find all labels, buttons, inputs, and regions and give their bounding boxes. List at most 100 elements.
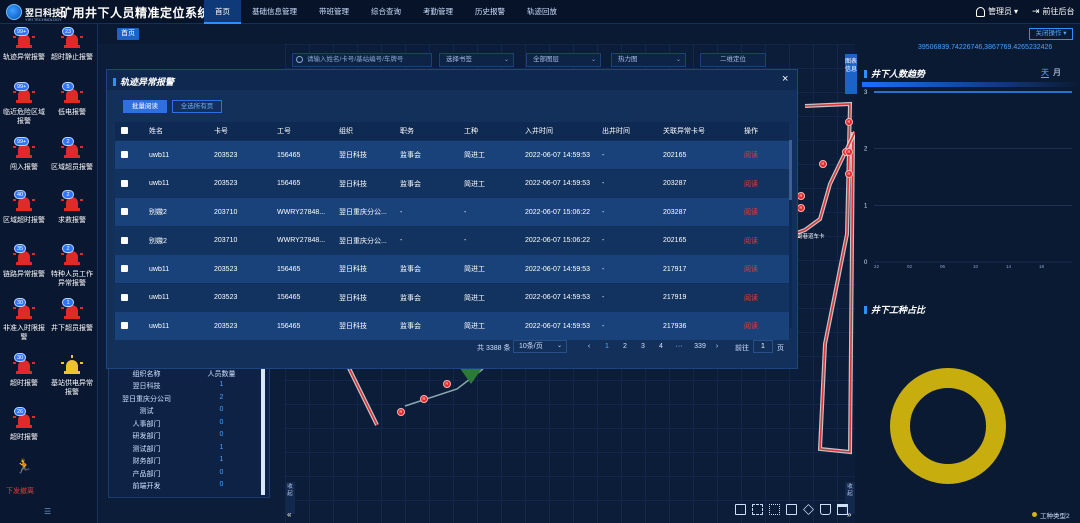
select-all-checkbox[interactable]: [121, 127, 128, 135]
table-row[interactable]: uwb11 203523 156465 翌日科技 监事会 简进工 2022-06-07 14…: [115, 255, 789, 283]
row-checkbox-cell[interactable]: [115, 236, 149, 244]
row-checkbox[interactable]: [121, 322, 128, 330]
alarm-item[interactable]: 1 井下超员报警: [48, 298, 96, 333]
alarm-item[interactable]: 99+ 临近危险区域报警: [0, 82, 48, 126]
select-all-pages-button[interactable]: 全选所有页: [172, 100, 222, 113]
donut-slice[interactable]: [890, 368, 1006, 484]
locate-icon[interactable]: [735, 504, 746, 515]
row-checkbox[interactable]: [121, 208, 128, 216]
batch-read-button[interactable]: 批量阅读: [123, 100, 167, 113]
ruler-icon[interactable]: [803, 504, 814, 515]
nav-attendance[interactable]: 考勤管理: [412, 0, 464, 24]
next-page-icon[interactable]: ›: [711, 343, 723, 350]
row-checkbox[interactable]: [121, 236, 128, 244]
nav-shift-management[interactable]: 带班管理: [308, 0, 360, 24]
table-row[interactable]: 别嫐2 203710 WWRY27848... 翌日重庆分公... - - 2022-06-…: [115, 226, 789, 255]
heatmap-select[interactable]: 热力图 ⌄: [611, 53, 686, 67]
map-pin[interactable]: R: [845, 118, 853, 126]
alarm-item[interactable]: 基站供电异常报警: [48, 355, 96, 397]
goto-backend-link[interactable]: ⇥ 前往后台: [1032, 6, 1075, 17]
prev-page-icon[interactable]: ‹: [583, 343, 595, 350]
org-row[interactable]: 产品部门 0: [109, 469, 259, 479]
alarm-item[interactable]: 40 区域超时报警: [0, 190, 48, 225]
layer-select[interactable]: 全部图层 ⌄: [526, 53, 601, 67]
alarm-item[interactable]: 99+ 闯入报警: [0, 137, 48, 172]
page-2[interactable]: 2: [619, 343, 631, 350]
org-row[interactable]: 财务部门 1: [109, 456, 259, 466]
close-actions-button[interactable]: 关闭操作 ▾: [1029, 28, 1073, 40]
map-pin[interactable]: R: [443, 380, 451, 388]
map-pin[interactable]: R: [797, 192, 805, 200]
read-action-link[interactable]: 阅读: [744, 179, 789, 189]
org-row[interactable]: 翌日重庆分公司 2: [109, 394, 259, 404]
map-pin[interactable]: R: [397, 408, 405, 416]
read-action-link[interactable]: 阅读: [744, 236, 789, 246]
org-row[interactable]: 前端开发 0: [109, 481, 259, 491]
close-icon[interactable]: ×: [782, 73, 788, 85]
read-action-link[interactable]: 阅读: [744, 150, 789, 160]
page-ellipsis[interactable]: ···: [673, 343, 685, 350]
read-action-link[interactable]: 阅读: [744, 293, 789, 303]
org-scrollbar[interactable]: [261, 369, 265, 495]
alarm-item[interactable]: 30 非准入时限报警: [0, 298, 48, 342]
org-row[interactable]: 研发部门 0: [109, 431, 259, 441]
nav-query[interactable]: 综合查询: [360, 0, 412, 24]
table-row[interactable]: uwb11 203523 156465 翌日科技 监事会 简进工 2022-06-07 14…: [115, 169, 789, 198]
alarm-item[interactable]: 2 区域超员报警: [48, 137, 96, 172]
alarm-item[interactable]: 2 求救报警: [48, 190, 96, 225]
row-checkbox-cell[interactable]: [115, 151, 149, 159]
bookmark-select[interactable]: 选择书签 ⌄: [439, 53, 514, 67]
nav-basic-info[interactable]: 基础信息管理: [241, 0, 308, 24]
layers-icon[interactable]: [837, 504, 848, 515]
read-action-link[interactable]: 阅读: [744, 207, 789, 217]
map-pin[interactable]: R: [797, 204, 805, 212]
map-pin[interactable]: R: [819, 160, 827, 168]
page-339[interactable]: 339: [691, 343, 709, 350]
trash-icon[interactable]: [820, 504, 831, 515]
header-checkbox-cell[interactable]: [115, 127, 149, 135]
org-row[interactable]: 翌日科技 1: [109, 381, 259, 391]
copy-icon[interactable]: [786, 504, 797, 515]
nav-history-alarm[interactable]: 历史报警: [464, 0, 516, 24]
map-pin[interactable]: R: [845, 148, 853, 156]
alarm-item[interactable]: 30 超时报警: [0, 353, 48, 388]
row-checkbox-cell[interactable]: [115, 179, 149, 187]
alarm-item[interactable]: 35 链路异常报警: [0, 244, 48, 279]
page-4[interactable]: 4: [655, 343, 667, 350]
page-3[interactable]: 3: [637, 343, 649, 350]
table-scrollbar[interactable]: [789, 140, 792, 328]
row-checkbox-cell[interactable]: [115, 208, 149, 216]
fullscreen-icon[interactable]: [752, 504, 763, 515]
collapse-left-arrows[interactable]: «: [287, 510, 291, 519]
org-row[interactable]: 人事部门 0: [109, 419, 259, 429]
table-row[interactable]: uwb11 203523 156465 翌日科技 监事会 简进工 2022-06-07 14…: [115, 312, 789, 340]
tab-day[interactable]: 天: [1041, 68, 1049, 78]
row-checkbox-cell[interactable]: [115, 322, 149, 330]
alarm-item[interactable]: 23 超时静止报警: [48, 27, 96, 62]
row-checkbox-cell[interactable]: [115, 293, 149, 301]
map-info-tab[interactable]: 图表信息: [845, 54, 857, 94]
table-row[interactable]: uwb11 203523 156465 翌日科技 监事会 简进工 2022-06-07 14…: [115, 141, 789, 169]
2d-locate-button[interactable]: 二维定位: [700, 53, 766, 67]
table-scrollbar-thumb[interactable]: [789, 140, 792, 200]
page-1[interactable]: 1: [601, 343, 613, 350]
alarm-item[interactable]: 2 特种人员工作异常报警: [48, 244, 96, 288]
row-checkbox[interactable]: [121, 151, 128, 159]
nav-home[interactable]: 首页: [204, 0, 241, 24]
read-action-link[interactable]: 阅读: [744, 321, 789, 331]
row-checkbox[interactable]: [121, 179, 128, 187]
map-search-input[interactable]: 请输入姓名/卡号/基站编号/车牌号: [292, 53, 432, 67]
evacuate-label[interactable]: 下发撤离: [6, 486, 34, 496]
evacuate-runner-icon[interactable]: 🏃: [14, 458, 34, 475]
table-row[interactable]: uwb11 203523 156465 翌日科技 监事会 简进工 2022-06-07 14…: [115, 283, 789, 312]
page-size-select[interactable]: 10条/页 ⌄: [513, 340, 567, 353]
alarm-item[interactable]: 99+ 轨迹异常报警: [0, 27, 48, 62]
org-row[interactable]: 测试部门 1: [109, 444, 259, 454]
table-row[interactable]: 别嫐2 203710 WWRY27848... 翌日重庆分公... - - 2022-06-…: [115, 198, 789, 226]
alarm-item[interactable]: 5 低电报警: [48, 82, 96, 117]
row-checkbox[interactable]: [121, 293, 128, 301]
sidebar-collapse-icon[interactable]: ☰: [44, 507, 51, 516]
tab-month[interactable]: 月: [1053, 68, 1061, 77]
breadcrumb-home-tab[interactable]: 首页: [117, 28, 139, 40]
org-scrollbar-thumb[interactable]: [261, 369, 265, 495]
